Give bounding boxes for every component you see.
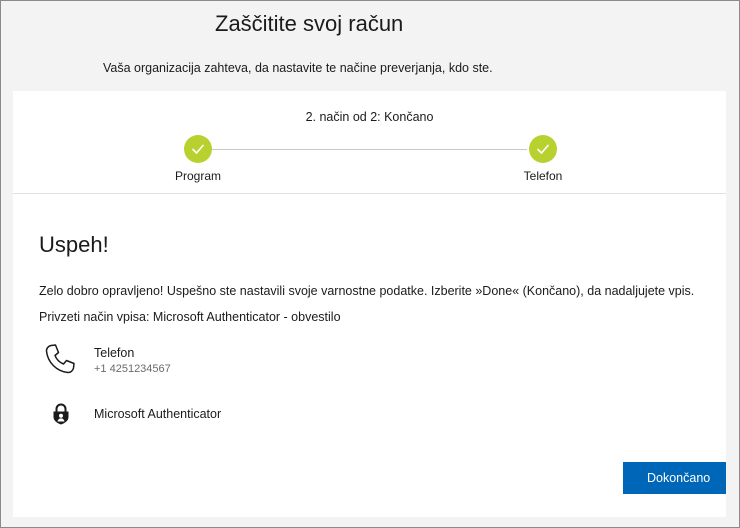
progress-line	[211, 149, 527, 150]
phone-icon	[43, 342, 77, 376]
authenticator-lock-icon	[51, 402, 71, 426]
method-authenticator-name: Microsoft Authenticator	[94, 407, 222, 421]
step-2-complete-indicator	[529, 135, 557, 163]
page-title: Zaščitite svoj račun	[215, 11, 404, 36]
step-2-label: Telefon	[523, 169, 563, 183]
success-message: Zelo dobro opravljeno! Uspešno ste nasta…	[39, 284, 695, 298]
default-sign-in-method: Privzeti način vpisa: Microsoft Authenti…	[39, 310, 341, 324]
window-frame: Zaščitite svoj račun Vaša organizacija z…	[0, 0, 740, 528]
step-1-complete-indicator	[184, 135, 212, 163]
step-1-label: Program	[174, 169, 222, 183]
done-button[interactable]: Dokončano	[623, 462, 726, 494]
method-phone-name: Telefon	[94, 346, 135, 360]
page-header: Zaščitite svoj račun Vaša organizacija z…	[1, 1, 739, 89]
checkmark-icon	[537, 144, 549, 154]
page-subtitle: Vaša organizacija zahteva, da nastavite …	[103, 61, 493, 75]
checkmark-icon	[192, 144, 204, 154]
success-heading: Uspeh!	[39, 232, 109, 257]
progress-stepper: 2. način od 2: Končano Program Telefon	[13, 91, 726, 194]
method-phone-number: +1 4251234567	[94, 363, 171, 375]
step-caption: 2. način od 2: Končano	[305, 110, 434, 124]
success-panel: Uspeh! Zelo dobro opravljeno! Uspešno st…	[13, 194, 726, 517]
